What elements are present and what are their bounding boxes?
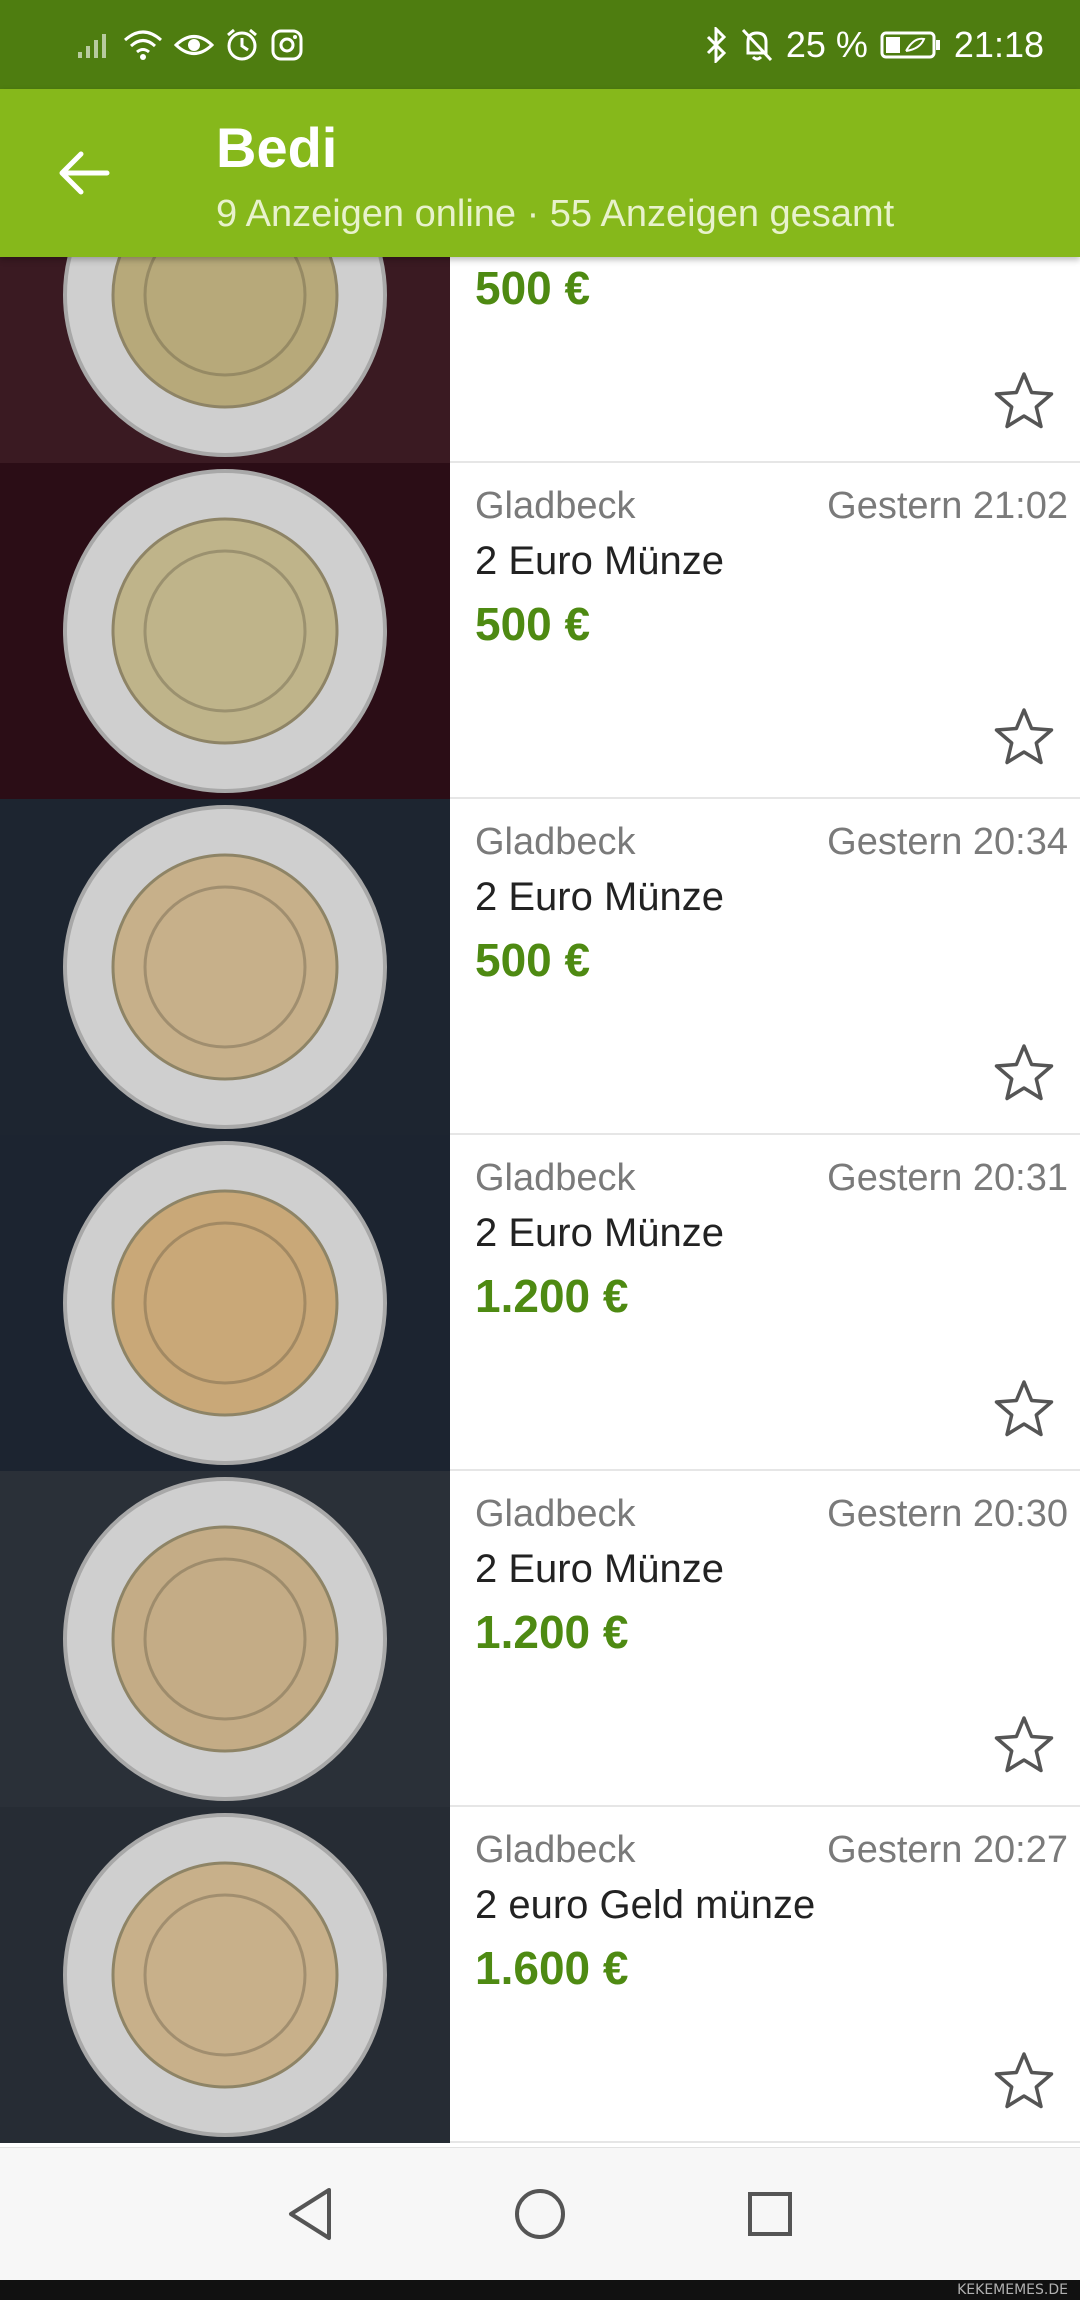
listing-location: Gladbeck <box>475 1157 636 1199</box>
home-circle-icon <box>515 2189 565 2239</box>
status-right-icons: 25 % 21:18 <box>704 22 1044 68</box>
back-button[interactable] <box>44 133 124 213</box>
listing-location: Gladbeck <box>475 485 636 527</box>
status-left-icons <box>76 22 304 68</box>
favorite-star-icon[interactable] <box>992 705 1056 769</box>
listing-row[interactable]: 500 € <box>0 257 1080 463</box>
bottom-strip <box>0 2280 1080 2300</box>
favorite-star-icon[interactable] <box>992 1713 1056 1777</box>
status-bar: 25 % 21:18 <box>0 0 1080 89</box>
listing-time: Gestern 20:34 <box>827 821 1068 863</box>
listing-title: 2 Euro Münze <box>475 1547 725 1591</box>
favorite-star-icon[interactable] <box>992 2049 1056 2113</box>
listing-title: 2 Euro Münze <box>475 539 725 583</box>
coin-thumbnail[interactable] <box>0 799 450 1135</box>
coin-thumbnail[interactable] <box>0 1135 450 1471</box>
listing-title: 2 Euro Münze <box>475 1211 725 1255</box>
listing-title: 2 euro Geld münze <box>475 1883 816 1927</box>
battery-icon <box>880 29 942 61</box>
nav-back-button[interactable] <box>278 2182 342 2246</box>
listing-title: 2 Euro Münze <box>475 875 725 919</box>
listing-price: 500 € <box>475 262 591 314</box>
back-triangle-icon <box>289 2188 331 2240</box>
coin-thumbnail[interactable] <box>0 1471 450 1807</box>
listing-row[interactable]: Gladbeck Gestern 21:02 2 Euro Münze 500 € <box>0 463 1080 799</box>
nav-home-button[interactable] <box>508 2182 572 2246</box>
alarm-icon <box>224 27 260 63</box>
favorite-star-icon[interactable] <box>992 1041 1056 1105</box>
listing-location: Gladbeck <box>475 1829 636 1871</box>
wifi-icon <box>122 28 164 62</box>
eye-icon <box>174 30 214 60</box>
listing-price: 1.600 € <box>475 1942 629 1994</box>
listing-time: Gestern 20:30 <box>827 1493 1068 1535</box>
listing-list[interactable]: 500 € Gladbeck Gestern 21:02 2 Euro Münze 50… <box>0 257 1080 2147</box>
favorite-star-icon[interactable] <box>992 369 1056 433</box>
listing-row[interactable]: Gladbeck Gestern 20:30 2 Euro Münze 1.200 € <box>0 1471 1080 1807</box>
listing-location: Gladbeck <box>475 1493 636 1535</box>
coin-thumbnail[interactable] <box>0 1807 450 2143</box>
page-subtitle: 9 Anzeigen online · 55 Anzeigen gesamt <box>216 193 895 235</box>
listing-price: 500 € <box>475 598 591 650</box>
favorite-star-icon[interactable] <box>992 1377 1056 1441</box>
page-title: Bedi <box>216 116 338 179</box>
instagram-icon <box>270 28 304 62</box>
nav-recents-button[interactable] <box>738 2182 802 2246</box>
listing-row[interactable]: Gladbeck Gestern 20:27 2 euro Geld münze 1.… <box>0 1807 1080 2143</box>
app-bar: Bedi 9 Anzeigen online · 55 Anzeigen ges… <box>0 89 1080 257</box>
listing-time: Gestern 20:27 <box>827 1829 1068 1871</box>
signal-icon <box>76 30 112 60</box>
system-nav-bar <box>0 2147 1080 2280</box>
bluetooth-icon <box>704 27 728 63</box>
listing-time: Gestern 21:02 <box>827 485 1068 527</box>
coin-thumbnail[interactable] <box>0 463 450 799</box>
watermark: KEKEMEMES.DE <box>957 2282 1068 2298</box>
listing-location: Gladbeck <box>475 821 636 863</box>
recents-square-icon <box>748 2192 792 2236</box>
listing-row[interactable]: Gladbeck Gestern 20:31 2 Euro Münze 1.200 € <box>0 1135 1080 1471</box>
battery-percent: 25 % <box>785 24 868 65</box>
mute-icon <box>740 27 774 63</box>
listing-price: 1.200 € <box>475 1606 629 1658</box>
coin-thumbnail[interactable] <box>0 257 450 463</box>
listing-price: 1.200 € <box>475 1270 629 1322</box>
listing-time: Gestern 20:31 <box>827 1157 1068 1199</box>
app-root: 25 % 21:18 Bedi 9 Anzeigen online · 55 A… <box>0 0 1080 2300</box>
arrow-left-icon <box>59 151 110 195</box>
clock: 21:18 <box>953 24 1044 65</box>
listing-price: 500 € <box>475 934 591 986</box>
listing-row[interactable]: Gladbeck Gestern 20:34 2 Euro Münze 500 € <box>0 799 1080 1135</box>
